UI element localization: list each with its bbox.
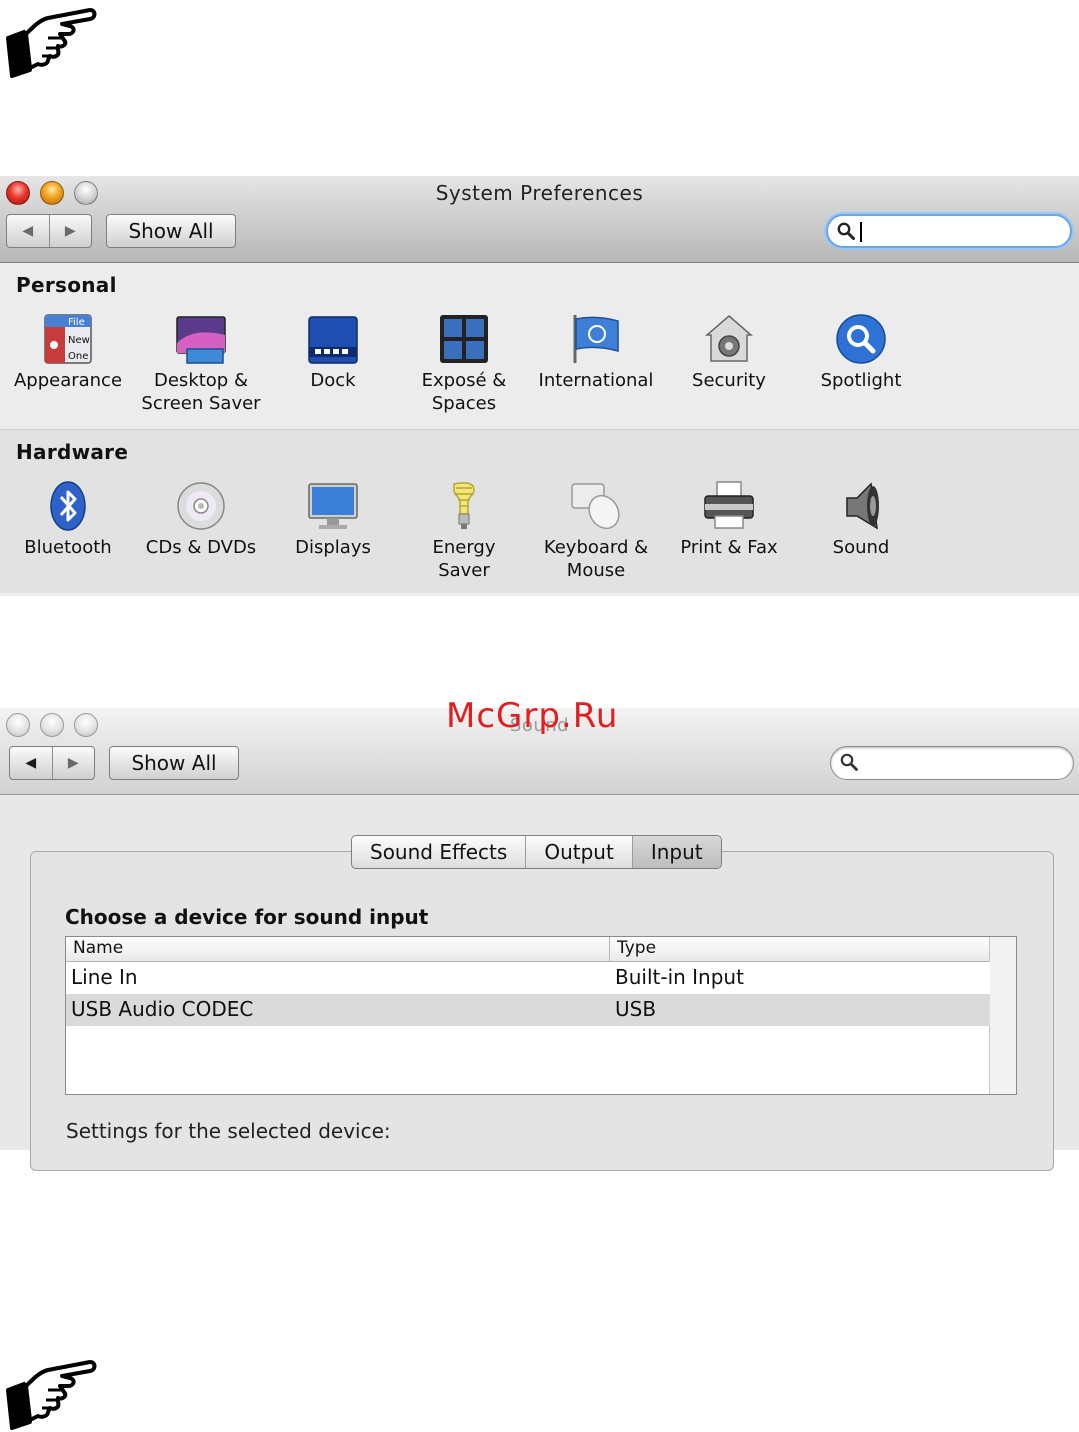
spotlight-icon [836,314,886,364]
device-table: Name Type Line In Built-in Input USB Aud… [65,936,1017,1095]
pointing-hand-icon [6,8,97,78]
desktop-icon [176,316,226,364]
tab-output[interactable]: Output [525,836,631,868]
section-title-hardware: Hardware [16,440,129,464]
back-button[interactable]: ◀ [7,215,49,247]
hardware-section: Hardware Bluetooth CDs & DVDs Displays E… [0,429,1079,593]
table-scrollbar[interactable] [989,937,1016,1094]
window-title: System Preferences [435,181,644,205]
pref-appearance[interactable]: File New One Appearance [3,313,133,392]
pref-label: CDs & DVDs [145,537,257,558]
pref-label: Energy Saver [432,537,496,581]
watermark: McGrp.Ru [446,696,619,736]
appearance-icon: File New One [44,314,92,364]
sound-panel: Sound Effects Output Input Choose a devi… [0,795,1079,1171]
pref-displays[interactable]: Displays [268,480,398,559]
sound-window: Sound ◀ ▶ Show All Sound Effects Output … [0,708,1079,1171]
magnifier-icon [840,753,858,771]
back-button[interactable]: ◀ [10,747,52,779]
appearance-icon-text-new: New [68,335,90,346]
pref-label: Sound [832,537,890,558]
tab-input[interactable]: Input [631,836,721,868]
pref-label: Appearance [13,370,123,391]
pref-energy-saver[interactable]: Energy Saver [399,480,529,582]
device-heading: Choose a device for sound input [65,905,429,929]
security-icon [704,315,754,362]
toolbar: System Preferences ◀ ▶ Show All [0,176,1079,263]
table-header: Name Type [66,937,990,962]
pref-security[interactable]: Security [664,313,794,392]
bluetooth-icon [50,481,86,531]
mouse-icon [571,483,620,530]
pref-label: International [538,370,654,391]
pref-label: Exposé & Spaces [421,370,507,414]
settings-label: Settings for the selected device: [66,1119,391,1143]
device-name: USB Audio CODEC [71,997,254,1021]
pref-label: Displays [295,537,371,558]
pref-label: Security [692,370,766,391]
pref-dock[interactable]: Dock [268,313,398,392]
pref-label: Dock [310,370,356,391]
tab-sound-effects[interactable]: Sound Effects [352,836,525,868]
column-header-name[interactable]: Name [73,938,123,958]
show-all-button[interactable]: Show All [109,746,239,780]
section-title-personal: Personal [16,273,117,297]
display-icon [308,483,358,529]
magnifier-icon [837,222,855,240]
system-preferences-window: System Preferences ◀ ▶ Show All Personal [0,176,1079,596]
pointing-hand-icon [6,1360,97,1430]
search-field[interactable] [826,214,1072,248]
pref-bluetooth[interactable]: Bluetooth [3,480,133,559]
appearance-icon-text-file: File [68,317,85,328]
pref-label: Keyboard & Mouse [543,537,649,581]
dock-icon [308,316,358,364]
preferences-panel: Personal File New One Appearance Desktop… [0,263,1079,596]
pref-desktop-screen-saver[interactable]: Desktop & Screen Saver [136,313,266,415]
cd-icon [177,482,225,530]
pref-international[interactable]: International [531,313,661,392]
pref-label: Print & Fax [680,537,778,558]
pref-spotlight[interactable]: Spotlight [796,313,926,392]
international-icon [573,315,619,363]
personal-section: Personal File New One Appearance Desktop… [0,263,1079,429]
forward-button[interactable]: ▶ [48,215,92,247]
back-forward-control: ◀ ▶ [6,214,92,248]
expose-icon [440,315,488,363]
table-row[interactable]: USB Audio CODEC USB [66,994,990,1026]
search-field[interactable] [830,746,1074,780]
appearance-icon-text-one: One [68,351,88,362]
column-divider[interactable] [609,937,610,961]
speaker-icon [846,482,879,530]
pref-label: Bluetooth [24,537,112,558]
back-forward-control: ◀ ▶ [9,746,95,780]
printer-icon [704,481,754,529]
show-all-button[interactable]: Show All [106,214,236,248]
pref-expose-spaces[interactable]: Exposé & Spaces [399,313,529,415]
pref-cds-dvds[interactable]: CDs & DVDs [136,480,266,559]
column-header-type[interactable]: Type [617,938,656,958]
device-type: Built-in Input [615,965,744,989]
device-type: USB [615,997,657,1021]
pref-label: Desktop & Screen Saver [141,370,261,414]
text-cursor [860,222,862,242]
forward-button[interactable]: ▶ [51,747,95,779]
pref-keyboard-mouse[interactable]: Keyboard & Mouse [531,480,661,582]
device-name: Line In [71,965,138,989]
pref-label: Spotlight [820,370,902,391]
bulb-icon [453,482,475,529]
pref-sound[interactable]: Sound [796,480,926,559]
table-row[interactable]: Line In Built-in Input [66,962,990,994]
tab-bar: Sound Effects Output Input [351,835,722,869]
pref-print-fax[interactable]: Print & Fax [664,480,794,559]
